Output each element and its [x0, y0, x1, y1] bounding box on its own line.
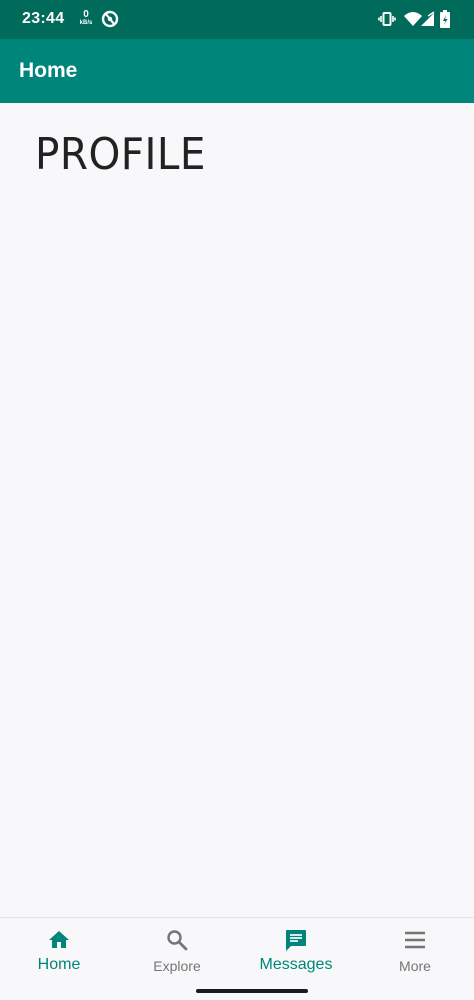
message-icon: [286, 930, 306, 951]
bottom-navigation: Home Explore Messages More: [0, 917, 474, 981]
nav-item-home[interactable]: Home: [0, 918, 118, 982]
app-bar-title: Home: [19, 59, 78, 82]
menu-icon: [405, 931, 425, 949]
nav-label-messages: Messages: [259, 956, 333, 973]
nav-item-more[interactable]: More: [356, 918, 474, 982]
status-time: 23:44: [22, 10, 65, 27]
nav-label-explore: Explore: [153, 958, 201, 974]
nav-item-messages[interactable]: Messages: [237, 918, 355, 982]
status-bar: 23:44 0 kB/s: [0, 0, 474, 39]
network-speed: 0 kB/s: [76, 10, 96, 28]
nav-item-explore[interactable]: Explore: [118, 918, 236, 982]
vibrate-icon: [378, 12, 396, 26]
network-speed-unit: kB/s: [79, 20, 93, 26]
battery-icon: [440, 10, 450, 28]
app-bar: Home: [0, 39, 474, 103]
home-icon: [49, 931, 69, 948]
network-speed-value: 0: [83, 9, 89, 20]
gesture-handle[interactable]: [196, 989, 308, 993]
signal-icon: [421, 11, 435, 26]
gesture-navigation-area: [0, 981, 474, 1000]
data-saver-icon: [101, 10, 119, 28]
nav-label-more: More: [399, 958, 431, 974]
profile-heading: PROFILE: [35, 129, 206, 180]
nav-label-home: Home: [37, 956, 81, 973]
search-icon: [167, 930, 188, 951]
main-content: PROFILE: [0, 103, 474, 917]
